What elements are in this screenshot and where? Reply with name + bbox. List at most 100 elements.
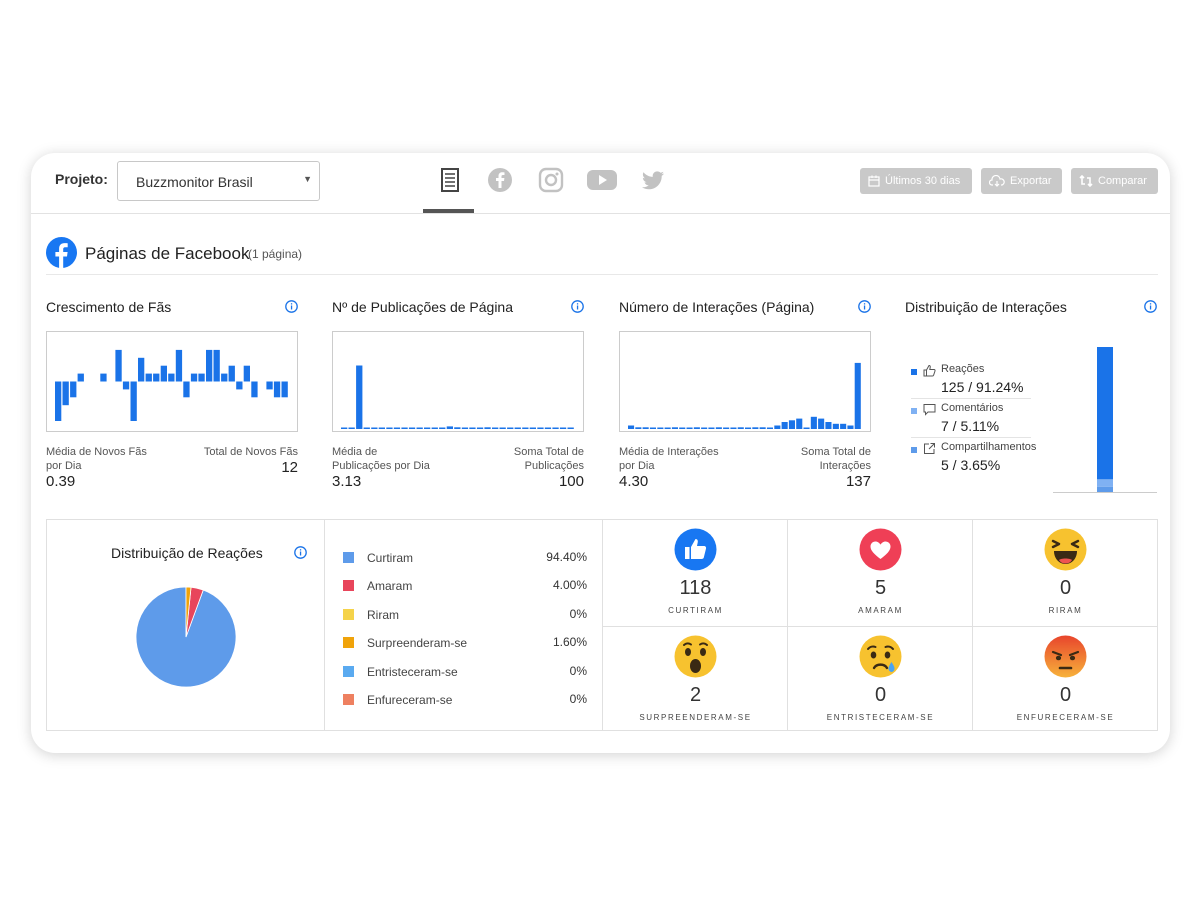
posts-panel: Nº de Publicações de Página Média de Pub… xyxy=(332,293,584,493)
chart-bar xyxy=(221,373,228,382)
chart-bar xyxy=(832,423,839,429)
chart-bar xyxy=(476,427,484,429)
interactions-avg-label: Média de Interações por Dia xyxy=(619,445,719,473)
info-icon[interactable] xyxy=(285,300,298,313)
chart-bar xyxy=(273,381,281,398)
label-line: por Dia xyxy=(619,460,655,472)
chart-bar xyxy=(774,425,781,429)
posts-avg-label: Média de Publicações por Dia xyxy=(332,445,430,473)
legend-name: Entristeceram-se xyxy=(367,665,458,679)
legend-name: Amaram xyxy=(367,579,413,593)
label-line: Interações xyxy=(819,460,871,472)
legend-swatch xyxy=(343,637,354,648)
chart-bar xyxy=(198,373,205,382)
chart-bar xyxy=(138,357,145,382)
compare-button[interactable]: Comparar xyxy=(1071,168,1158,194)
chart-bar xyxy=(77,373,84,382)
facebook-icon[interactable] xyxy=(487,167,513,193)
period-button[interactable]: Últimos 30 dias xyxy=(860,168,972,194)
share-icon xyxy=(923,442,936,455)
label-line: Média de Interações xyxy=(619,446,719,458)
chart-bar xyxy=(544,427,552,429)
chart-bar xyxy=(363,427,370,429)
chart-bar xyxy=(847,425,854,429)
label-line: Soma Total de xyxy=(800,446,871,458)
chart-bar xyxy=(781,422,788,429)
twitter-icon[interactable] xyxy=(640,167,666,193)
legend-pct: 1.60% xyxy=(552,635,587,649)
chart-bar xyxy=(664,427,671,429)
legend-row: Riram 0% xyxy=(343,607,587,623)
chart-bar xyxy=(679,427,686,429)
project-select[interactable]: Buzzmonitor Brasil ▼ xyxy=(117,161,320,201)
chart-bar xyxy=(431,427,438,429)
chart-bar xyxy=(628,425,635,429)
reaction-cell-wow: 2 SURPREENDERAM-SE xyxy=(603,627,788,733)
fan-growth-chart xyxy=(46,331,298,432)
distribution-item-value: 5 / 3.65% xyxy=(941,457,1001,473)
chart-bar xyxy=(803,427,810,429)
label-line: Publicações por Dia xyxy=(332,460,430,472)
chart-bar xyxy=(408,427,416,429)
chart-bar xyxy=(122,381,130,390)
export-button-label: Exportar xyxy=(1010,175,1052,187)
info-icon[interactable] xyxy=(858,300,871,313)
document-icon[interactable] xyxy=(437,167,463,193)
export-button[interactable]: Exportar xyxy=(981,168,1062,194)
info-icon[interactable] xyxy=(571,300,584,313)
label-line: por Dia xyxy=(46,460,82,472)
chart-bar xyxy=(341,427,348,429)
stacked-bar-segment xyxy=(1097,479,1113,487)
chart-bar xyxy=(715,427,722,429)
chart-bar xyxy=(529,427,536,429)
chart-bar xyxy=(416,427,423,429)
reaction-label: SURPREENDERAM-SE xyxy=(639,713,752,722)
label-line: Média de Novos Fãs xyxy=(46,446,147,458)
label-line: Publicações xyxy=(524,460,584,472)
chevron-down-icon: ▼ xyxy=(303,174,312,184)
compare-icon xyxy=(1079,174,1093,188)
chart-bar xyxy=(160,365,167,382)
distribution-item-value: 125 / 91.24% xyxy=(941,379,1024,395)
chart-bar xyxy=(62,381,69,406)
legend-pct: 4.00% xyxy=(552,578,587,592)
fan-growth-panel: Crescimento de Fãs Média de Novos Fãs po… xyxy=(46,293,298,493)
chart-bar xyxy=(439,427,446,429)
chart-bar xyxy=(371,427,378,429)
reaction-label: ENFURECERAM-SE xyxy=(1016,713,1115,722)
info-icon[interactable] xyxy=(1144,300,1157,313)
info-icon[interactable] xyxy=(294,546,307,559)
divider xyxy=(324,520,325,730)
chart-bar xyxy=(507,427,514,429)
comment-icon xyxy=(923,403,936,416)
distribution-item-name: Comentários xyxy=(941,402,1004,414)
compare-button-label: Comparar xyxy=(1098,175,1147,187)
youtube-icon[interactable] xyxy=(586,167,618,193)
reaction-count: 2 xyxy=(689,684,702,706)
chart-bar xyxy=(642,427,649,429)
chart-bar xyxy=(723,427,730,429)
chart-bar xyxy=(55,381,62,421)
distribution-stacked-bar xyxy=(1053,347,1157,493)
reaction-count: 5 xyxy=(874,577,887,599)
calendar-icon xyxy=(868,175,880,187)
reaction-label: ENTRISTECERAM-SE xyxy=(826,713,935,722)
reaction-cell-sad: 0 ENTRISTECERAM-SE xyxy=(788,627,973,733)
interactions-chart-svg xyxy=(628,362,861,429)
chart-bar xyxy=(115,349,122,382)
reaction-count: 118 xyxy=(679,577,712,599)
chart-bar xyxy=(190,373,198,382)
reactions-pie-title: Distribuição de Reações xyxy=(111,545,263,561)
chart-bar xyxy=(348,427,355,429)
chart-bar xyxy=(168,373,175,382)
reaction-cell-love: 5 AMARAM xyxy=(788,520,973,626)
period-button-label: Últimos 30 dias xyxy=(885,175,961,187)
interactions-avg-value: 4.30 xyxy=(619,473,649,490)
chart-bar xyxy=(635,427,642,429)
reaction-cell-like: 118 CURTIRAM xyxy=(603,520,788,626)
facebook-logo-icon xyxy=(46,237,77,268)
instagram-icon[interactable] xyxy=(538,167,564,193)
panel-title: Crescimento de Fãs xyxy=(46,299,172,315)
legend-row: Curtiram 94.40% xyxy=(343,550,587,566)
chart-bar xyxy=(228,365,235,382)
